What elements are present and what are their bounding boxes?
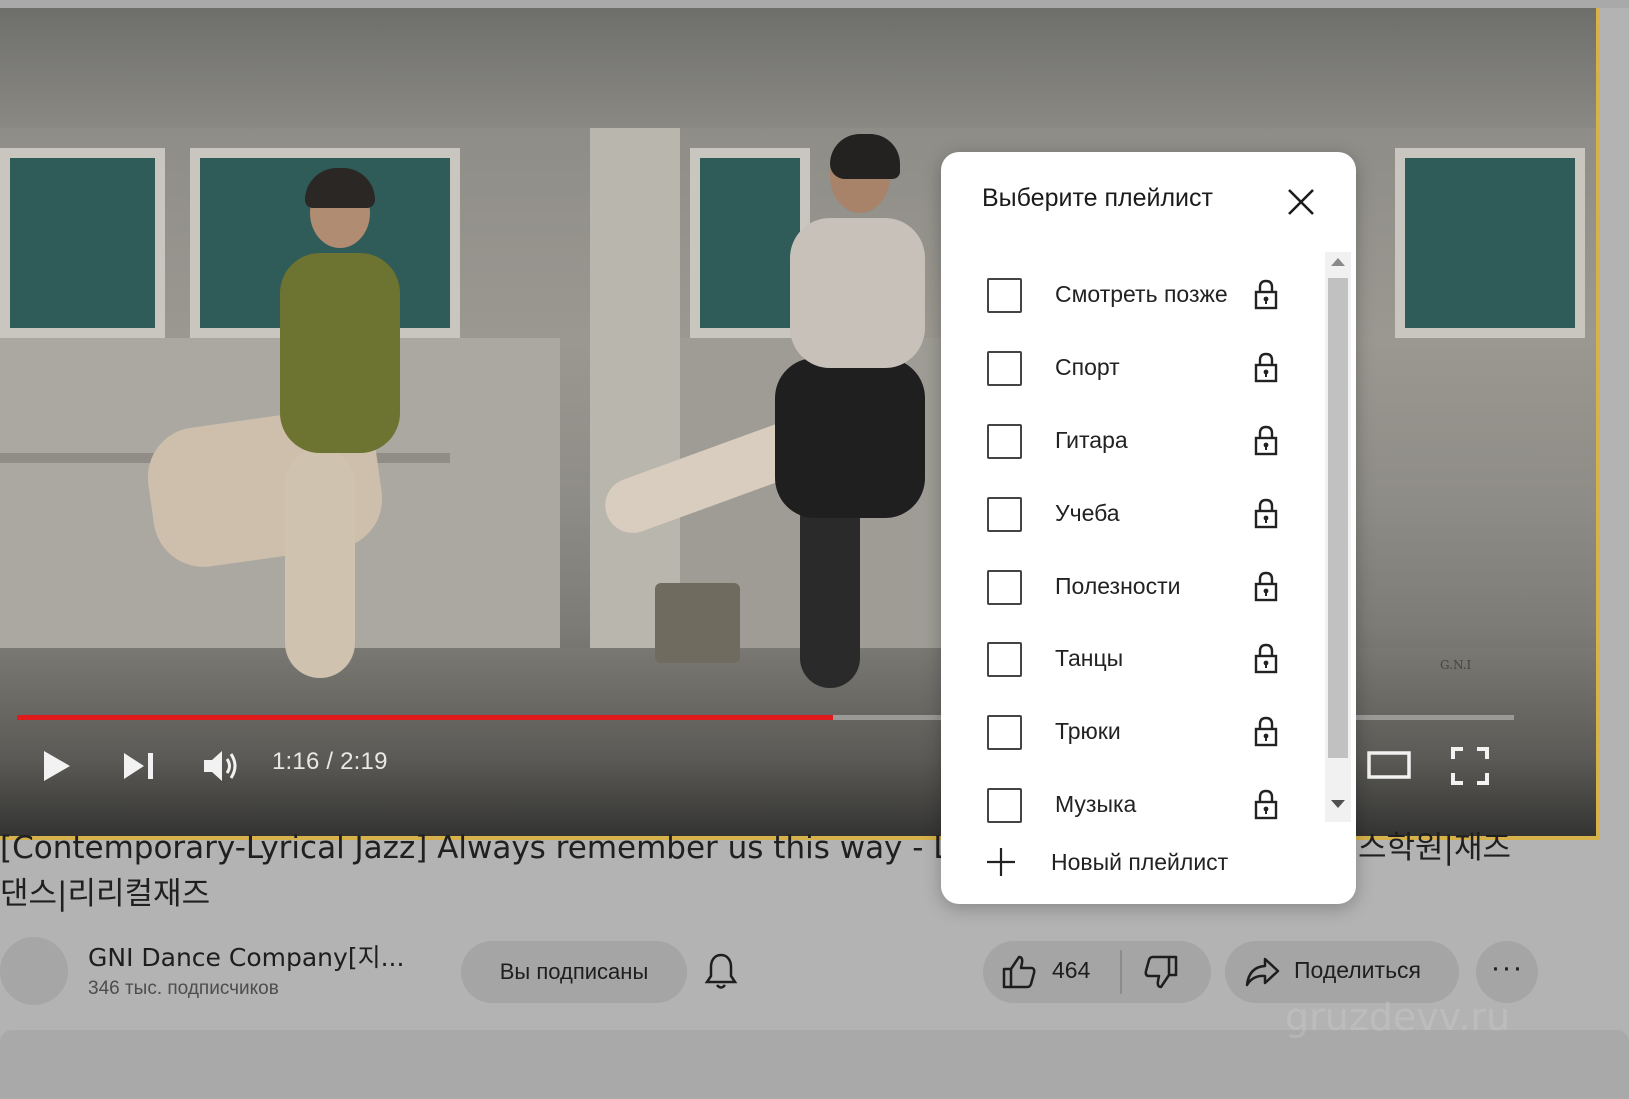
playlist-checkbox[interactable] xyxy=(987,715,1022,750)
playlist-item[interactable]: Гитара xyxy=(941,424,1321,497)
like-divider xyxy=(1120,950,1122,994)
next-icon[interactable] xyxy=(120,748,158,784)
like-icon[interactable] xyxy=(1000,953,1038,991)
playlist-checkbox[interactable] xyxy=(987,351,1022,386)
playlist-item[interactable]: Музыка xyxy=(941,788,1321,827)
playlist-checkbox[interactable] xyxy=(987,642,1022,677)
video-frame: G.N.I xyxy=(0,8,1596,836)
playlist-label: Полезности xyxy=(1055,573,1181,599)
lock-icon xyxy=(1254,789,1278,820)
scroll-down-arrow-icon[interactable] xyxy=(1331,800,1345,808)
play-icon[interactable] xyxy=(38,748,74,784)
playlist-checkbox[interactable] xyxy=(987,424,1022,459)
lock-icon xyxy=(1254,352,1278,383)
playlist-checkbox[interactable] xyxy=(987,570,1022,605)
scroll-up-arrow-icon[interactable] xyxy=(1331,258,1345,266)
lock-icon xyxy=(1254,643,1278,674)
subscribed-button[interactable]: Вы подписаны xyxy=(461,941,687,1003)
video-player[interactable]: G.N.I 1:16 / 2:19 xyxy=(0,8,1600,840)
playlist-item[interactable]: Смотреть позже xyxy=(941,278,1321,351)
share-label: Поделиться xyxy=(1294,957,1422,983)
subscribed-label: Вы подписаны xyxy=(499,959,649,984)
channel-name[interactable]: GNI Dance Company[지... xyxy=(88,938,404,974)
new-playlist-label: Новый плейлист xyxy=(1051,849,1229,875)
playlist-label: Спорт xyxy=(1055,354,1120,380)
more-icon: ··· xyxy=(1490,951,1524,984)
playlist-item[interactable]: Трюки xyxy=(941,715,1321,788)
lock-icon xyxy=(1254,571,1278,602)
playlist-item[interactable]: Спорт xyxy=(941,351,1321,424)
more-actions-button[interactable]: ··· xyxy=(1476,941,1538,1003)
playlist-checkbox[interactable] xyxy=(987,497,1022,532)
plus-icon xyxy=(987,848,1015,876)
time-display: 1:16 / 2:19 xyxy=(272,748,388,775)
dislike-icon[interactable] xyxy=(1142,953,1180,991)
close-icon[interactable] xyxy=(1284,185,1318,219)
lock-icon xyxy=(1254,425,1278,456)
fullscreen-icon[interactable] xyxy=(1450,746,1490,786)
lock-icon xyxy=(1254,716,1278,747)
playlist-label: Учеба xyxy=(1055,500,1120,526)
site-watermark: gruzdevv.ru xyxy=(1285,995,1511,1039)
subscriber-count: 346 тыс. подписчиков xyxy=(88,978,279,999)
video-title-line2: 댄스|리리컬재즈 xyxy=(0,876,211,912)
playlist-label: Музыка xyxy=(1055,791,1137,817)
scrollbar-thumb[interactable] xyxy=(1328,278,1348,758)
channel-avatar[interactable] xyxy=(0,937,68,1005)
new-playlist-button[interactable]: Новый плейлист xyxy=(981,840,1311,886)
playlist-label: Танцы xyxy=(1055,645,1124,671)
playlist-label: Трюки xyxy=(1055,718,1121,744)
playlist-label: Смотреть позже xyxy=(1055,281,1228,307)
video-watermark-logo: G.N.I xyxy=(1440,658,1472,672)
description-box[interactable] xyxy=(0,1030,1629,1099)
playlist-checkbox[interactable] xyxy=(987,278,1022,313)
playlist-item[interactable]: Учеба xyxy=(941,497,1321,570)
bell-icon[interactable] xyxy=(704,951,738,991)
video-title-tail: 스학원|재즈 xyxy=(1358,830,1512,866)
top-strip xyxy=(0,0,1629,8)
playlist-checkbox[interactable] xyxy=(987,788,1022,823)
lock-icon xyxy=(1254,279,1278,310)
playlist-label: Гитара xyxy=(1055,427,1128,453)
theater-icon[interactable] xyxy=(1366,748,1412,782)
playlist-list: Смотреть позже Спорт Гитара Учеба Полезн… xyxy=(941,247,1356,827)
volume-icon[interactable] xyxy=(200,746,240,786)
playlist-item[interactable]: Полезности xyxy=(941,570,1321,643)
dialog-title: Выберите плейлист xyxy=(982,184,1213,212)
playlist-dialog: Выберите плейлист Смотреть позже Спорт Г… xyxy=(941,152,1356,904)
lock-icon xyxy=(1254,498,1278,529)
like-count: 464 xyxy=(1052,957,1091,983)
share-icon xyxy=(1245,957,1280,987)
progress-fill xyxy=(17,715,833,720)
playlist-item[interactable]: Танцы xyxy=(941,642,1321,715)
